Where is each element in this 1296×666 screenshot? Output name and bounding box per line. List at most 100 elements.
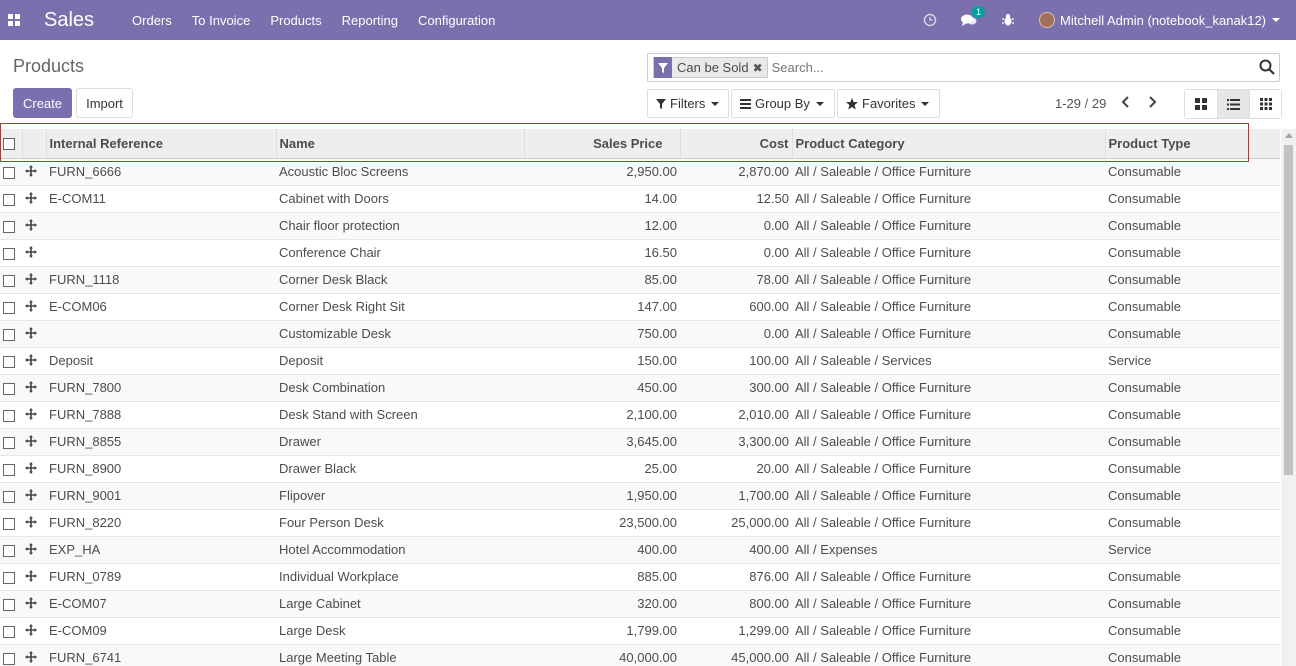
row-select-cell[interactable] — [0, 508, 22, 536]
drag-handle-icon[interactable] — [25, 191, 37, 207]
drag-handle-icon[interactable] — [25, 596, 37, 612]
row-handle-cell[interactable] — [22, 508, 46, 536]
row-select-cell[interactable] — [0, 157, 22, 185]
menu-orders[interactable]: Orders — [132, 13, 172, 28]
pager-next-icon[interactable] — [1148, 96, 1158, 111]
groupby-dropdown[interactable]: Group By — [731, 89, 835, 118]
debug-bug-icon[interactable] — [1001, 13, 1015, 27]
row-handle-cell[interactable] — [22, 454, 46, 482]
column-sales-price[interactable]: Sales Price — [524, 129, 681, 159]
column-name[interactable]: Name — [276, 129, 525, 159]
row-handle-cell[interactable] — [22, 292, 46, 320]
create-button[interactable]: Create — [13, 88, 72, 118]
row-handle-cell[interactable] — [22, 643, 46, 666]
table-row[interactable]: FURN_7800 Desk Combination 450.00 300.00 All… — [0, 373, 1280, 401]
row-handle-cell[interactable] — [22, 346, 46, 374]
table-row[interactable]: FURN_7888 Desk Stand with Screen 2,100.00 2… — [0, 400, 1280, 428]
table-row[interactable]: FURN_1118 Corner Desk Black 85.00 78.00 All … — [0, 265, 1280, 293]
row-checkbox[interactable] — [3, 328, 15, 341]
row-select-cell[interactable] — [0, 184, 22, 212]
row-select-cell[interactable] — [0, 346, 22, 374]
drag-handle-icon[interactable] — [25, 218, 37, 234]
table-row[interactable]: FURN_6666 Acoustic Bloc Screens 2,950.00 2,… — [0, 157, 1280, 185]
row-checkbox[interactable] — [3, 301, 15, 314]
messages-icon[interactable]: 1 — [961, 6, 986, 27]
search-input[interactable] — [771, 60, 1252, 75]
row-handle-cell[interactable] — [22, 184, 46, 212]
grid-view-icon[interactable] — [1249, 90, 1281, 118]
row-checkbox[interactable] — [3, 355, 15, 368]
activity-clock-icon[interactable] — [923, 13, 937, 27]
kanban-view-icon[interactable] — [1185, 90, 1217, 118]
search-icon[interactable] — [1259, 59, 1275, 78]
row-checkbox[interactable] — [3, 490, 15, 503]
row-checkbox[interactable] — [3, 625, 15, 638]
scroll-up-icon[interactable] — [1285, 133, 1293, 138]
table-row[interactable]: Customizable Desk 750.00 0.00 All / Saleabl… — [0, 319, 1280, 347]
row-handle-cell[interactable] — [22, 562, 46, 590]
row-checkbox[interactable] — [3, 247, 15, 260]
apps-menu-icon[interactable] — [0, 0, 28, 40]
row-checkbox[interactable] — [3, 463, 15, 476]
menu-reporting[interactable]: Reporting — [342, 13, 398, 28]
app-brand[interactable]: Sales — [44, 9, 94, 32]
drag-handle-icon[interactable] — [25, 299, 37, 315]
favorites-dropdown[interactable]: Favorites — [837, 89, 940, 118]
column-product-type[interactable]: Product Type — [1105, 129, 1280, 159]
row-checkbox[interactable] — [3, 436, 15, 449]
user-menu[interactable]: Mitchell Admin (notebook_kanak12) — [1039, 12, 1280, 28]
drag-handle-icon[interactable] — [25, 623, 37, 639]
row-select-cell[interactable] — [0, 535, 22, 563]
table-row[interactable]: FURN_8220 Four Person Desk 23,500.00 25,000… — [0, 508, 1280, 536]
drag-handle-icon[interactable] — [25, 461, 37, 477]
list-view-icon[interactable] — [1217, 90, 1249, 118]
row-select-cell[interactable] — [0, 292, 22, 320]
row-select-cell[interactable] — [0, 454, 22, 482]
pager-previous-icon[interactable] — [1120, 96, 1130, 111]
vertical-scrollbar[interactable] — [1281, 129, 1296, 666]
table-row[interactable]: Chair floor protection 12.00 0.00 All / Sal… — [0, 211, 1280, 239]
row-handle-cell[interactable] — [22, 238, 46, 266]
row-checkbox[interactable] — [3, 517, 15, 530]
row-handle-cell[interactable] — [22, 481, 46, 509]
menu-configuration[interactable]: Configuration — [418, 13, 495, 28]
row-handle-cell[interactable] — [22, 616, 46, 644]
table-row[interactable]: E-COM06 Corner Desk Right Sit 147.00 600.00… — [0, 292, 1280, 320]
row-select-cell[interactable] — [0, 562, 22, 590]
row-select-cell[interactable] — [0, 265, 22, 293]
row-handle-cell[interactable] — [22, 157, 46, 185]
menu-products[interactable]: Products — [270, 13, 321, 28]
filters-dropdown[interactable]: Filters — [647, 89, 729, 118]
row-checkbox[interactable] — [3, 544, 15, 557]
row-checkbox[interactable] — [3, 382, 15, 395]
table-row[interactable]: FURN_8855 Drawer 3,645.00 3,300.00 All / Sal… — [0, 427, 1280, 455]
row-checkbox[interactable] — [3, 193, 15, 206]
row-checkbox[interactable] — [3, 274, 15, 287]
menu-to-invoice[interactable]: To Invoice — [192, 13, 251, 28]
search-facet[interactable]: Can be Sold ✖ — [653, 57, 768, 78]
row-checkbox[interactable] — [3, 652, 15, 665]
search-bar[interactable]: Can be Sold ✖ — [647, 53, 1280, 82]
drag-handle-icon[interactable] — [25, 380, 37, 396]
import-button[interactable]: Import — [76, 88, 133, 118]
select-all-cell[interactable] — [0, 129, 23, 159]
row-handle-cell[interactable] — [22, 211, 46, 239]
drag-handle-icon[interactable] — [25, 650, 37, 666]
table-row[interactable]: FURN_8900 Drawer Black 25.00 20.00 All / Sal… — [0, 454, 1280, 482]
table-row[interactable]: E-COM09 Large Desk 1,799.00 1,299.00 All / S… — [0, 616, 1280, 644]
table-row[interactable]: E-COM11 Cabinet with Doors 14.00 12.50 All /… — [0, 184, 1280, 212]
row-select-cell[interactable] — [0, 319, 22, 347]
row-checkbox[interactable] — [3, 598, 15, 611]
drag-handle-icon[interactable] — [25, 272, 37, 288]
drag-handle-icon[interactable] — [25, 434, 37, 450]
drag-handle-icon[interactable] — [25, 245, 37, 261]
row-select-cell[interactable] — [0, 373, 22, 401]
row-select-cell[interactable] — [0, 643, 22, 666]
table-row[interactable]: Conference Chair 16.50 0.00 All / Saleable … — [0, 238, 1280, 266]
row-select-cell[interactable] — [0, 238, 22, 266]
drag-handle-icon[interactable] — [25, 569, 37, 585]
row-handle-cell[interactable] — [22, 319, 46, 347]
column-cost[interactable]: Cost — [680, 129, 793, 159]
pager-value[interactable]: 1-29 / 29 — [1055, 96, 1106, 111]
row-handle-cell[interactable] — [22, 427, 46, 455]
